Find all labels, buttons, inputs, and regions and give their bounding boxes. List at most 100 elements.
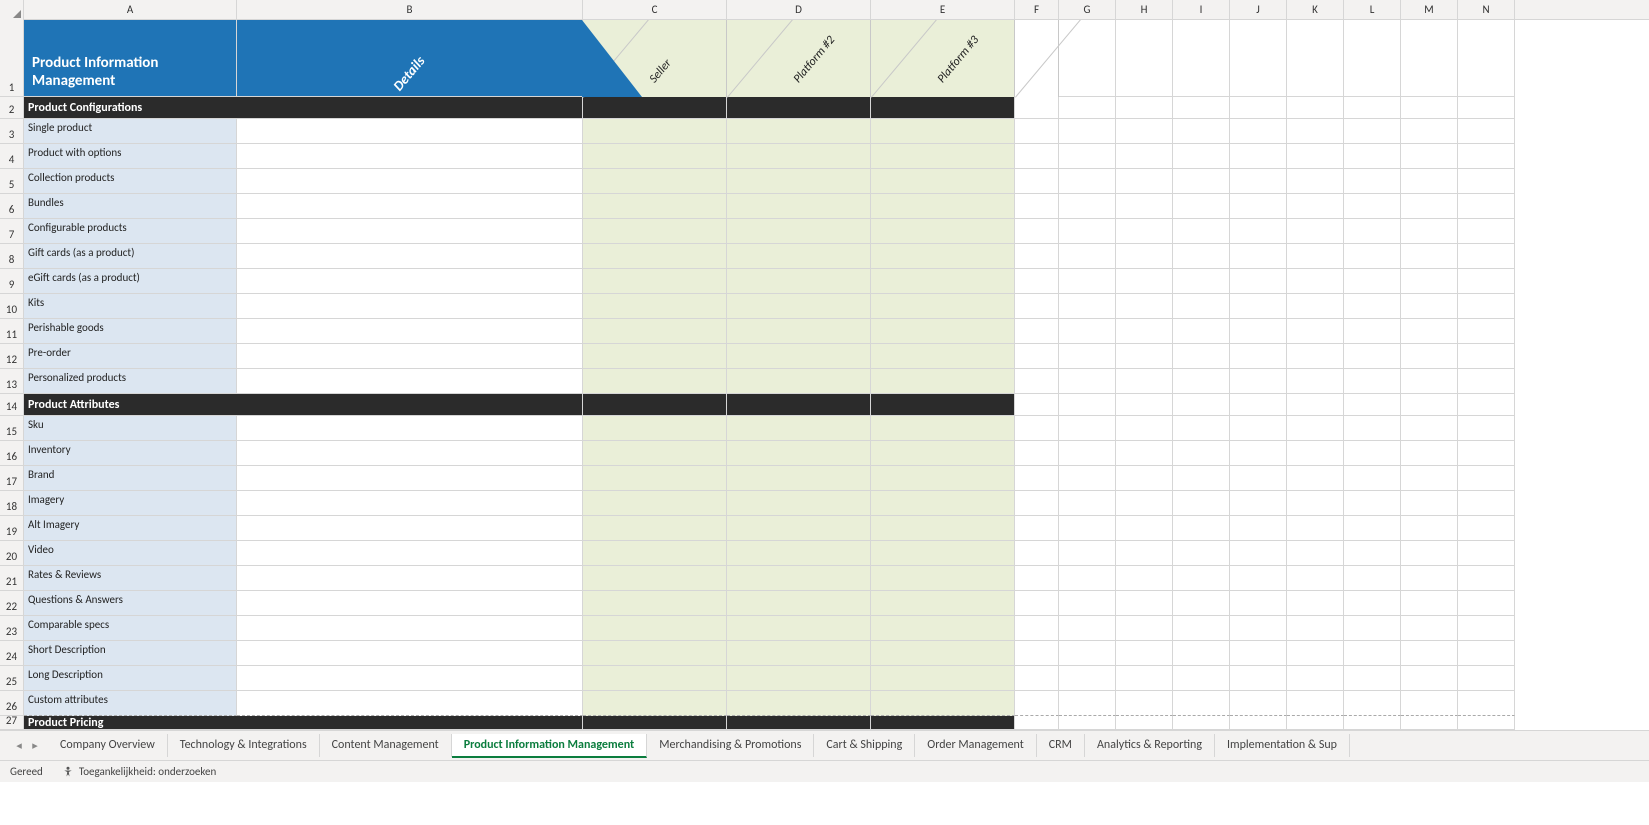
cell[interactable]: [1015, 244, 1059, 269]
column-header[interactable]: F: [1015, 0, 1059, 19]
row-header[interactable]: 21: [0, 566, 24, 591]
cell[interactable]: [1059, 144, 1116, 169]
cells-area[interactable]: Product Information ManagementDetailsSel…: [24, 20, 1649, 730]
row-header[interactable]: 17: [0, 466, 24, 491]
detail-cell[interactable]: [237, 194, 583, 219]
cell[interactable]: [1015, 194, 1059, 219]
cell[interactable]: [1116, 294, 1173, 319]
cell[interactable]: [1116, 269, 1173, 294]
cell[interactable]: [1401, 97, 1458, 119]
platform-cell[interactable]: [727, 566, 871, 591]
cell[interactable]: [1344, 666, 1401, 691]
cell[interactable]: [1401, 441, 1458, 466]
cell[interactable]: [1173, 344, 1230, 369]
cell[interactable]: [1015, 416, 1059, 441]
platform-cell[interactable]: [727, 294, 871, 319]
cell[interactable]: [1401, 616, 1458, 641]
cell[interactable]: [1344, 716, 1401, 730]
cell[interactable]: [1458, 466, 1515, 491]
feature-label[interactable]: Custom attributes: [24, 691, 237, 716]
cell[interactable]: [1287, 144, 1344, 169]
column-header[interactable]: G: [1059, 0, 1116, 19]
cell[interactable]: [1287, 244, 1344, 269]
row-header[interactable]: 4: [0, 144, 24, 169]
platform-cell[interactable]: [583, 294, 727, 319]
cell[interactable]: [1458, 144, 1515, 169]
cell[interactable]: [1015, 219, 1059, 244]
cell[interactable]: [1059, 466, 1116, 491]
column-header[interactable]: K: [1287, 0, 1344, 19]
sheet-tab[interactable]: CRM: [1037, 734, 1085, 757]
platform-cell[interactable]: [871, 244, 1015, 269]
cell[interactable]: [1116, 516, 1173, 541]
platform-cell[interactable]: [727, 119, 871, 144]
cell[interactable]: [1401, 591, 1458, 616]
cell[interactable]: [1230, 591, 1287, 616]
section-cell[interactable]: [871, 716, 1015, 730]
feature-label[interactable]: Gift cards (as a product): [24, 244, 237, 269]
cell[interactable]: [1173, 416, 1230, 441]
cell[interactable]: [1401, 516, 1458, 541]
platform-cell[interactable]: [583, 691, 727, 716]
cell[interactable]: [1230, 244, 1287, 269]
platform-cell[interactable]: [727, 269, 871, 294]
cell[interactable]: [1401, 394, 1458, 416]
row-header[interactable]: 6: [0, 194, 24, 219]
cell[interactable]: [1287, 294, 1344, 319]
cell[interactable]: [1230, 441, 1287, 466]
cell[interactable]: [1344, 119, 1401, 144]
cell[interactable]: [1458, 394, 1515, 416]
cell[interactable]: [1173, 144, 1230, 169]
cell[interactable]: [1287, 441, 1344, 466]
platform-cell[interactable]: [727, 666, 871, 691]
cell[interactable]: [1173, 691, 1230, 716]
cell[interactable]: [1287, 591, 1344, 616]
cell[interactable]: [1173, 666, 1230, 691]
detail-cell[interactable]: [237, 344, 583, 369]
cell[interactable]: [1344, 591, 1401, 616]
column-header[interactable]: M: [1401, 0, 1458, 19]
platform-cell[interactable]: [871, 119, 1015, 144]
platform-cell[interactable]: [871, 591, 1015, 616]
cell[interactable]: [1230, 566, 1287, 591]
platform-cell[interactable]: [727, 541, 871, 566]
platform-cell[interactable]: [871, 466, 1015, 491]
cell[interactable]: [1059, 344, 1116, 369]
cell[interactable]: [1230, 541, 1287, 566]
cell[interactable]: [1116, 219, 1173, 244]
platform-cell[interactable]: [871, 416, 1015, 441]
cell[interactable]: [1015, 591, 1059, 616]
column-header[interactable]: J: [1230, 0, 1287, 19]
cell[interactable]: [1230, 666, 1287, 691]
cell[interactable]: [1173, 244, 1230, 269]
cell[interactable]: [1173, 466, 1230, 491]
cell[interactable]: [1287, 97, 1344, 119]
cell[interactable]: [1401, 566, 1458, 591]
cell[interactable]: [1401, 269, 1458, 294]
section-cell[interactable]: [583, 394, 727, 416]
row-header[interactable]: 25: [0, 666, 24, 691]
cell[interactable]: [1173, 97, 1230, 119]
feature-label[interactable]: Alt Imagery: [24, 516, 237, 541]
cell[interactable]: [1344, 466, 1401, 491]
cell[interactable]: [1287, 691, 1344, 716]
column-header[interactable]: N: [1458, 0, 1515, 19]
feature-label[interactable]: Long Description: [24, 666, 237, 691]
platform-cell[interactable]: [871, 294, 1015, 319]
detail-cell[interactable]: [237, 269, 583, 294]
platform-cell[interactable]: [583, 219, 727, 244]
cell[interactable]: [1173, 516, 1230, 541]
column-header[interactable]: L: [1344, 0, 1401, 19]
cell[interactable]: [1287, 344, 1344, 369]
cell[interactable]: [1015, 269, 1059, 294]
cell[interactable]: [1287, 566, 1344, 591]
row-header[interactable]: 19: [0, 516, 24, 541]
platform-cell[interactable]: [583, 641, 727, 666]
platform-cell[interactable]: [871, 666, 1015, 691]
cell[interactable]: [1059, 319, 1116, 344]
cell[interactable]: [1015, 319, 1059, 344]
cell[interactable]: [1401, 20, 1458, 97]
platform-cell[interactable]: [727, 144, 871, 169]
cell[interactable]: [1401, 691, 1458, 716]
feature-label[interactable]: Pre-order: [24, 344, 237, 369]
